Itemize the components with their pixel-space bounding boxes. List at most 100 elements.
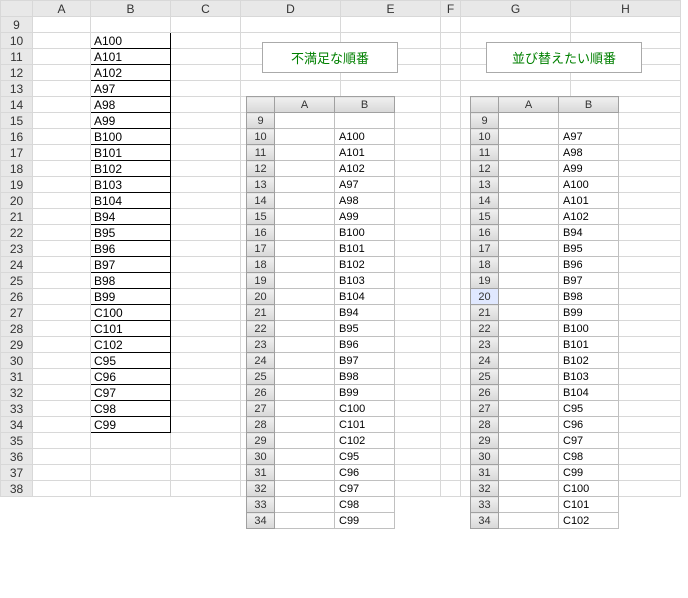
mini-cell-B19[interactable]: B97 [559,273,619,289]
cell-E9[interactable] [341,17,441,33]
row-header[interactable]: 18 [1,161,33,177]
row-header[interactable]: 26 [1,289,33,305]
cell-A36[interactable] [33,449,91,465]
cell-A29[interactable] [33,337,91,353]
mini-cell-A14[interactable] [275,193,335,209]
cell-F29[interactable] [441,337,461,353]
cell-A32[interactable] [33,385,91,401]
cell-F12[interactable] [441,65,461,81]
mini-cell-A11[interactable] [275,145,335,161]
cell-B29[interactable]: C102 [91,337,171,353]
mini-cell-B32[interactable]: C97 [335,481,395,497]
row-header[interactable]: 37 [1,465,33,481]
mini-row-header[interactable]: 32 [471,481,499,497]
cell-A23[interactable] [33,241,91,257]
corner-cell[interactable] [1,1,33,17]
mini-right-col-A[interactable]: A [499,97,559,113]
cell-C16[interactable] [171,129,241,145]
mini-cell-A10[interactable] [499,129,559,145]
cell-C23[interactable] [171,241,241,257]
mini-row-header[interactable]: 16 [247,225,275,241]
row-header[interactable]: 28 [1,321,33,337]
mini-row-header[interactable]: 28 [247,417,275,433]
cell-F28[interactable] [441,321,461,337]
mini-cell-A16[interactable] [275,225,335,241]
row-header[interactable]: 29 [1,337,33,353]
cell-A9[interactable] [33,17,91,33]
mini-row-header[interactable]: 34 [247,513,275,529]
mini-cell-B20[interactable]: B98 [559,289,619,305]
cell-A27[interactable] [33,305,91,321]
cell-B10[interactable]: A100 [91,33,171,49]
mini-row-header[interactable]: 30 [471,449,499,465]
mini-row-header[interactable]: 15 [247,209,275,225]
mini-row-header[interactable]: 24 [471,353,499,369]
cell-A28[interactable] [33,321,91,337]
mini-cell-B27[interactable]: C100 [335,401,395,417]
cell-C29[interactable] [171,337,241,353]
mini-row-header[interactable]: 34 [471,513,499,529]
cell-A18[interactable] [33,161,91,177]
cell-A38[interactable] [33,481,91,497]
row-header[interactable]: 10 [1,33,33,49]
mini-cell-B22[interactable]: B95 [335,321,395,337]
mini-cell-A34[interactable] [275,513,335,529]
mini-row-header[interactable]: 29 [471,433,499,449]
mini-cell-B22[interactable]: B100 [559,321,619,337]
mini-row-header[interactable]: 26 [247,385,275,401]
row-header[interactable]: 13 [1,81,33,97]
mini-left-corner[interactable] [247,97,275,113]
mini-row-header[interactable]: 20 [471,289,499,305]
mini-row-header[interactable]: 16 [471,225,499,241]
row-header[interactable]: 27 [1,305,33,321]
row-header[interactable]: 35 [1,433,33,449]
mini-cell-B25[interactable]: B98 [335,369,395,385]
cell-C37[interactable] [171,465,241,481]
mini-row-header[interactable]: 21 [471,305,499,321]
mini-cell-B27[interactable]: C95 [559,401,619,417]
mini-row-header[interactable]: 22 [247,321,275,337]
mini-cell-B14[interactable]: A101 [559,193,619,209]
cell-C35[interactable] [171,433,241,449]
cell-F38[interactable] [441,481,461,497]
mini-cell-A26[interactable] [499,385,559,401]
cell-F33[interactable] [441,401,461,417]
mini-cell-A16[interactable] [499,225,559,241]
row-header[interactable]: 25 [1,273,33,289]
mini-cell-A9[interactable] [499,113,559,129]
mini-cell-A20[interactable] [275,289,335,305]
mini-cell-B18[interactable]: B102 [335,257,395,273]
cell-B24[interactable]: B97 [91,257,171,273]
mini-cell-B25[interactable]: B103 [559,369,619,385]
cell-F13[interactable] [441,81,461,97]
cell-C38[interactable] [171,481,241,497]
cell-A10[interactable] [33,33,91,49]
mini-cell-B17[interactable]: B101 [335,241,395,257]
cell-F32[interactable] [441,385,461,401]
row-header[interactable]: 17 [1,145,33,161]
cell-C32[interactable] [171,385,241,401]
mini-cell-B16[interactable]: B100 [335,225,395,241]
mini-cell-B33[interactable]: C98 [335,497,395,513]
mini-left-col-B[interactable]: B [335,97,395,113]
mini-row-header[interactable]: 10 [247,129,275,145]
mini-cell-B31[interactable]: C96 [335,465,395,481]
mini-row-header[interactable]: 13 [471,177,499,193]
mini-left-col-A[interactable]: A [275,97,335,113]
cell-A22[interactable] [33,225,91,241]
mini-cell-A21[interactable] [275,305,335,321]
cell-A16[interactable] [33,129,91,145]
cell-C26[interactable] [171,289,241,305]
mini-cell-B26[interactable]: B99 [335,385,395,401]
cell-B14[interactable]: A98 [91,97,171,113]
cell-A26[interactable] [33,289,91,305]
cell-D13[interactable] [241,81,341,97]
row-header[interactable]: 31 [1,369,33,385]
cell-B36[interactable] [91,449,171,465]
col-header-B[interactable]: B [91,1,171,17]
cell-C17[interactable] [171,145,241,161]
mini-cell-B31[interactable]: C99 [559,465,619,481]
mini-row-header[interactable]: 14 [247,193,275,209]
cell-A35[interactable] [33,433,91,449]
mini-cell-A25[interactable] [499,369,559,385]
